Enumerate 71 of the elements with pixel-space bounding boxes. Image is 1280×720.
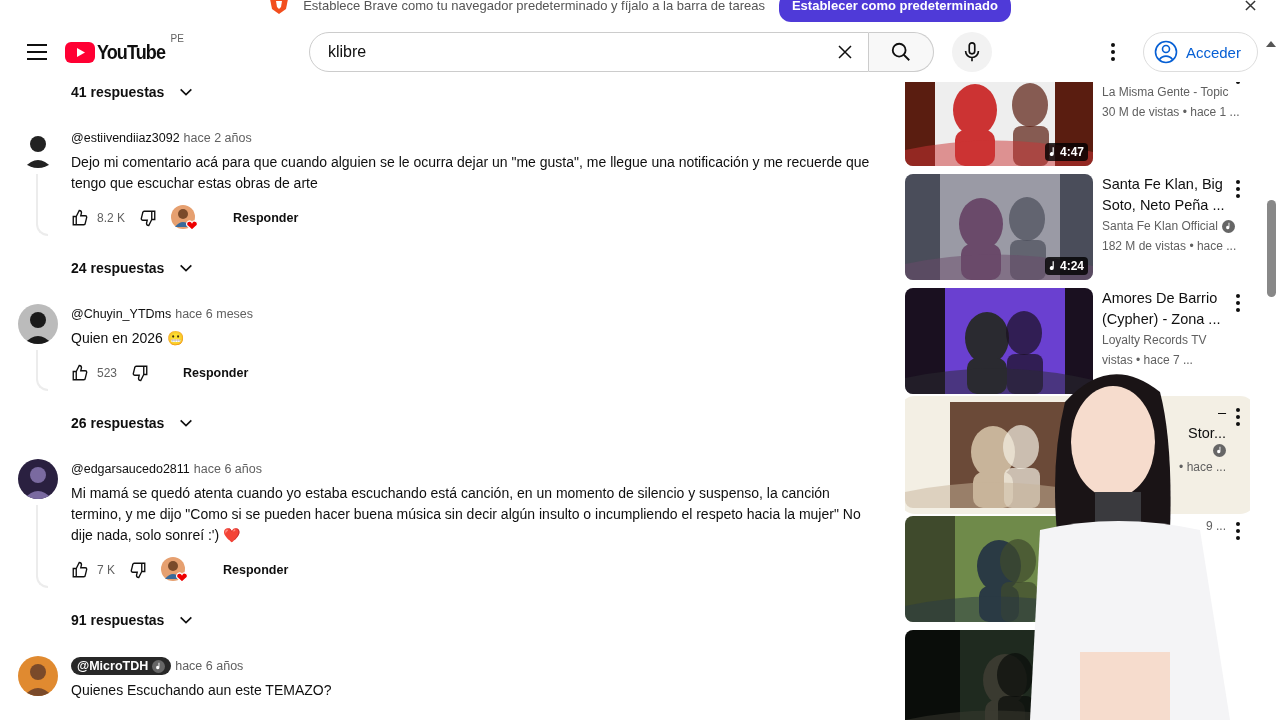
microphone-button[interactable] — [951, 32, 992, 72]
replies-toggle[interactable]: 91 respuestas — [71, 600, 195, 640]
replies-toggle[interactable]: 26 respuestas — [71, 403, 195, 443]
duration-badge: 4:47 — [1044, 143, 1088, 161]
replies-toggle[interactable]: 41 respuestas — [71, 82, 195, 102]
video-meta: 9 ... — [1206, 518, 1226, 535]
reply-button[interactable]: Responder — [173, 360, 259, 386]
close-icon[interactable] — [1245, 0, 1256, 11]
like-icon[interactable] — [71, 364, 89, 382]
video-card[interactable]: Amores De Barrio (Cypher) - Zona ... Loyalty Records TV vistas • hace 7 ... — [905, 288, 1250, 394]
sign-in-button[interactable]: Acceder — [1142, 32, 1258, 72]
comment-author[interactable]: @Chuyin_YTDms — [71, 307, 172, 321]
video-meta: • hace ... — [1179, 459, 1226, 476]
banner-message: Establece Brave como tu navegador predeterminado y fíjalo a la barra de tareas — [303, 0, 765, 15]
dislike-icon[interactable] — [139, 209, 158, 227]
creator-heart-icon — [161, 557, 189, 583]
video-meta: vistas • hace 7 ... — [1102, 352, 1194, 369]
video-meta: 182 M de vistas • hace ... — [1102, 238, 1238, 255]
like-count: 523 — [97, 366, 118, 380]
comment-author[interactable]: @edgarsaucedo2811 — [71, 462, 190, 476]
comment-text: Quien en 2026 😬 — [71, 329, 185, 348]
logo-text[interactable]: YouTube — [97, 40, 165, 64]
set-default-button[interactable]: Establecer como predeterminado — [778, 0, 1011, 22]
reply-button[interactable]: Responder — [223, 205, 309, 231]
creator-heart-icon — [171, 205, 200, 231]
verified-icon — [152, 659, 166, 673]
avatar[interactable] — [18, 656, 58, 696]
play-logo-icon[interactable] — [65, 41, 95, 63]
user-icon — [1153, 40, 1178, 64]
video-card[interactable]: 4:24 Santa Fe Klan, Big Soto, Neto Peña ... Santa Fe Klan Official 182 M de vistas • hace ... — [905, 174, 1250, 280]
channel-name[interactable]: Santa Fe Klan Official — [1102, 216, 1218, 236]
duration-badge: 4:24 — [1044, 257, 1088, 275]
reply-button[interactable]: Responder — [213, 557, 299, 583]
more-icon[interactable] — [1236, 522, 1240, 540]
more-icon[interactable] — [1236, 180, 1240, 198]
comment-time[interactable]: hace 6 años — [175, 659, 244, 673]
region-code: PE — [170, 32, 184, 44]
comment-time[interactable]: hace 6 años — [193, 462, 262, 476]
more-icon[interactable] — [1236, 408, 1240, 426]
comment-text: Mi mamá se quedó atenta cuando yo estaba escuchando está canción, en un momento de silencio y suspenso, la canción termino, y me dijo "Como si se pueden hacer buena música sin decir algún insulto o incumpliendo el respeto hacia la mujer" No dije nada, solo sonreí :') ❤ — [71, 484, 862, 545]
avatar[interactable] — [18, 304, 58, 344]
clear-icon[interactable] — [835, 43, 854, 61]
video-card[interactable]: 4:47 La Misma Gente - Topic 30 M de vistas • hace 1 ... — [905, 82, 1250, 166]
comment-text: Dejo mi comentario acá para que cuando alguien se le ocurra dejar un "me gusta", me llegue una notificación y me recuerde que tengo que escuchar estas obras de arte — [71, 153, 871, 193]
channel-name[interactable]: Loyalty Records TV — [1102, 330, 1207, 350]
more-icon[interactable] — [1110, 43, 1115, 61]
video-title[interactable]: Santa Fe Klan, Big Soto, Neto Peña ... — [1102, 174, 1242, 216]
video-title[interactable]: – Stor... — [1188, 402, 1226, 444]
comment-time[interactable]: hace 6 meses — [175, 307, 254, 321]
video-meta: 30 M de vistas • hace 1 ... — [1102, 104, 1241, 121]
more-icon[interactable] — [1236, 294, 1240, 312]
comment-time[interactable]: hace 2 años — [183, 131, 252, 145]
verified-artist-icon — [1213, 444, 1226, 457]
avatar[interactable] — [18, 459, 58, 499]
video-title[interactable]: Amores De Barrio (Cypher) - Zona ... — [1102, 288, 1242, 330]
channel-name[interactable]: La Misma Gente - Topic — [1102, 82, 1229, 102]
like-count: 8.2 K — [97, 211, 126, 225]
dislike-icon[interactable] — [129, 561, 147, 579]
like-count: 7 K — [97, 563, 115, 577]
search-input[interactable]: klibre — [325, 42, 836, 62]
like-icon[interactable] — [71, 561, 89, 579]
search-icon — [889, 41, 912, 63]
search-button[interactable] — [868, 32, 934, 72]
comment-author[interactable]: @estiivendiiaz3092 — [71, 131, 180, 145]
dislike-icon[interactable] — [131, 364, 150, 382]
like-icon[interactable] — [71, 209, 89, 227]
verified-artist-icon — [1221, 219, 1235, 233]
comment-author[interactable]: @MicroTDH — [71, 657, 172, 675]
comment-text: Quienes Escuchando aun este TEMAZO? — [71, 681, 333, 700]
replies-toggle[interactable]: 24 respuestas — [71, 248, 195, 288]
menu-icon[interactable] — [27, 44, 47, 60]
